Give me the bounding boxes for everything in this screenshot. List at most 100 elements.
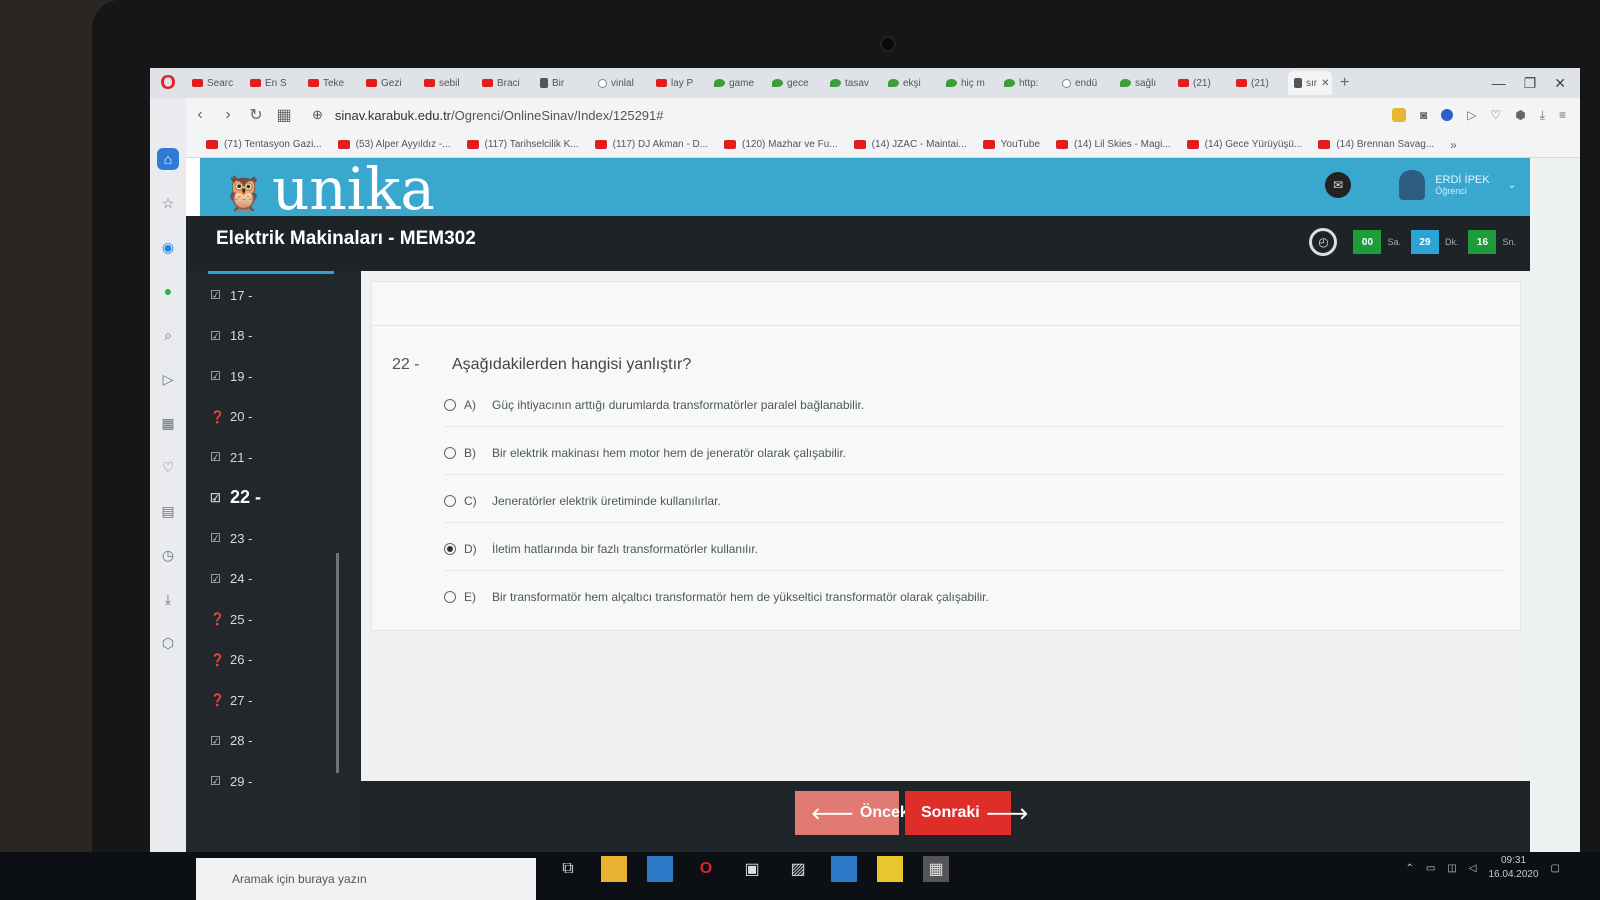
previous-button[interactable]: 🡐 Önceki xyxy=(795,791,913,835)
tab-active[interactable]: sır ✕ xyxy=(1288,71,1332,95)
question-list-item[interactable]: ☑ 23 - xyxy=(186,518,361,559)
browser-tab[interactable]: ekşi xyxy=(882,71,940,95)
home-icon[interactable]: ⌂ xyxy=(157,148,179,170)
maximize-icon[interactable]: ❐ xyxy=(1524,75,1537,92)
question-list-item[interactable]: ☑ 28 - xyxy=(186,721,361,762)
history-icon[interactable]: ◷ xyxy=(157,544,179,566)
cube-icon[interactable]: ⬡ xyxy=(157,632,179,654)
question-list-item[interactable]: ☑ 17 - xyxy=(186,275,361,316)
question-list-item[interactable]: ☑ 21 - xyxy=(186,437,361,478)
more-bookmarks-icon[interactable]: » xyxy=(1450,138,1457,152)
download-icon[interactable]: ⤓ xyxy=(157,588,179,610)
chevron-up-icon[interactable]: ⌃ xyxy=(1405,863,1413,874)
answer-option[interactable]: E) Bir transformatör hem alçaltıcı transf… xyxy=(444,590,1504,618)
radio-button[interactable] xyxy=(444,495,456,507)
bookmark-item[interactable]: YouTube xyxy=(982,139,1040,150)
opera-menu-icon[interactable]: O xyxy=(150,72,186,95)
news-icon[interactable]: ▤ xyxy=(157,500,179,522)
network-icon[interactable]: ◫ xyxy=(1447,863,1456,874)
reload-icon[interactable]: ↻ xyxy=(242,105,270,125)
browser-tab[interactable]: hiç m xyxy=(940,71,998,95)
browser-tab[interactable]: lay P xyxy=(650,71,708,95)
question-list-item[interactable]: ☑ 29 - xyxy=(186,761,361,802)
browser-tab[interactable]: game xyxy=(708,71,766,95)
url-field[interactable]: ⊕ sinav.karabuk.edu.tr/Ogrenci/OnlineSin… xyxy=(312,107,664,123)
mail-app-icon[interactable] xyxy=(831,856,857,882)
vpn-icon[interactable] xyxy=(1441,109,1454,121)
browser-tab[interactable]: (21) xyxy=(1172,71,1230,95)
question-list-item[interactable]: ☑ 22 - xyxy=(186,478,361,519)
bookmark-item[interactable]: (14) JZAC - Maintai... xyxy=(853,139,967,150)
whatsapp-icon[interactable]: ● xyxy=(157,280,179,302)
network-app-icon[interactable]: ▣ xyxy=(739,856,765,882)
answer-option[interactable]: A) Güç ihtiyacının arttığı durumlarda tra… xyxy=(444,398,1504,427)
bookmark-item[interactable]: (71) Tentasyon Gazi... xyxy=(206,139,322,150)
answer-option[interactable]: C) Jeneratörler elektrik üretiminde kulla… xyxy=(444,494,1504,523)
download-icon[interactable]: ⤓ xyxy=(1540,108,1545,123)
menu-icon[interactable]: ≡ xyxy=(1559,108,1566,122)
bookmark-item[interactable]: (120) Mazhar ve Fu... xyxy=(724,139,838,150)
heart-icon[interactable]: ♡ xyxy=(157,456,179,478)
question-list-item[interactable]: ❓ 20 - xyxy=(186,397,361,438)
grid-icon[interactable]: ▦ xyxy=(157,412,179,434)
bookmark-item[interactable]: (53) Alper Ayyıldız -... xyxy=(337,139,451,150)
speed-dial-icon[interactable]: ▦ xyxy=(270,105,298,125)
browser-tab[interactable]: En S xyxy=(244,71,302,95)
back-icon[interactable]: ‹ xyxy=(186,106,214,124)
question-list-item[interactable]: ❓ 25 - xyxy=(186,599,361,640)
close-tab-icon[interactable]: ✕ xyxy=(1321,78,1329,89)
browser-tab[interactable]: (21) xyxy=(1230,71,1288,95)
cube-icon[interactable]: ⬢ xyxy=(1515,108,1525,122)
battery-icon[interactable]: ▭ xyxy=(1426,863,1435,874)
send-icon[interactable]: ▷ xyxy=(1467,108,1476,122)
taskbar-clock[interactable]: 09:31 16.04.2020 xyxy=(1488,854,1538,882)
messenger-icon[interactable]: ◉ xyxy=(157,236,179,258)
question-list-item[interactable]: ☑ 18 - xyxy=(186,316,361,357)
browser-tab[interactable]: gece xyxy=(766,71,824,95)
next-button[interactable]: Sonraki 🡒 xyxy=(905,791,1029,835)
user-menu[interactable]: ✉ ERDİ İPEK Öğrenci ⌄ xyxy=(1325,170,1516,200)
browser-tab[interactable]: Gezi xyxy=(360,71,418,95)
close-window-icon[interactable]: ✕ xyxy=(1554,75,1566,92)
task-view-icon[interactable]: ⧉ xyxy=(555,856,581,882)
radio-button[interactable] xyxy=(444,447,456,459)
answer-option[interactable]: D) İletim hatlarında bir fazlı transforma… xyxy=(444,542,1504,571)
calculator-icon[interactable]: ▦ xyxy=(923,856,949,882)
scrollbar[interactable] xyxy=(336,553,339,773)
browser-tab[interactable]: Bir xyxy=(534,71,592,95)
browser-tab[interactable]: tasav xyxy=(824,71,882,95)
minimize-icon[interactable]: — xyxy=(1492,75,1506,92)
store-icon[interactable] xyxy=(647,856,673,882)
browser-tab[interactable]: http: xyxy=(998,71,1056,95)
browser-tab[interactable]: sebil xyxy=(418,71,476,95)
question-list-item[interactable]: ☑ 24 - xyxy=(186,559,361,600)
browser-tab[interactable]: sağlı xyxy=(1114,71,1172,95)
radio-button[interactable] xyxy=(444,399,456,411)
extension-icon[interactable] xyxy=(1391,108,1406,122)
bookmark-item[interactable]: (14) Lil Skies - Magi... xyxy=(1055,139,1171,150)
opera-icon[interactable]: O xyxy=(693,856,719,882)
file-explorer-icon[interactable] xyxy=(601,856,627,882)
camera-icon[interactable]: ◙ xyxy=(1420,108,1427,122)
browser-tab[interactable]: Teke xyxy=(302,71,360,95)
chevron-down-icon[interactable]: ⌄ xyxy=(1508,180,1516,191)
heart-icon[interactable]: ♡ xyxy=(1490,108,1501,122)
new-tab-button[interactable]: + xyxy=(1332,74,1357,92)
mail-icon[interactable]: ✉ xyxy=(1325,172,1352,198)
search-icon[interactable]: ⌕ xyxy=(157,324,179,346)
taskbar-search[interactable]: Aramak için buraya yazın xyxy=(196,858,536,900)
question-list-item[interactable]: ❓ 26 - xyxy=(186,640,361,681)
star-icon[interactable]: ☆ xyxy=(157,192,179,214)
sticky-notes-icon[interactable] xyxy=(877,856,903,882)
question-list-item[interactable]: ☑ 19 - xyxy=(186,356,361,397)
bookmark-item[interactable]: (117) Tarihselcilik K... xyxy=(466,139,579,150)
send-icon[interactable]: ▷ xyxy=(157,368,179,390)
radio-button[interactable] xyxy=(444,543,456,555)
bookmark-item[interactable]: (117) DJ Akman - D... xyxy=(594,139,708,150)
browser-tab[interactable]: Searc xyxy=(186,71,244,95)
bookmark-item[interactable]: (14) Brennan Savag... xyxy=(1318,139,1434,150)
browser-tab[interactable]: Braci xyxy=(476,71,534,95)
question-list-item[interactable]: ❓ 27 - xyxy=(186,680,361,721)
photos-icon[interactable]: ▨ xyxy=(785,856,811,882)
browser-tab[interactable]: endü xyxy=(1056,71,1114,95)
